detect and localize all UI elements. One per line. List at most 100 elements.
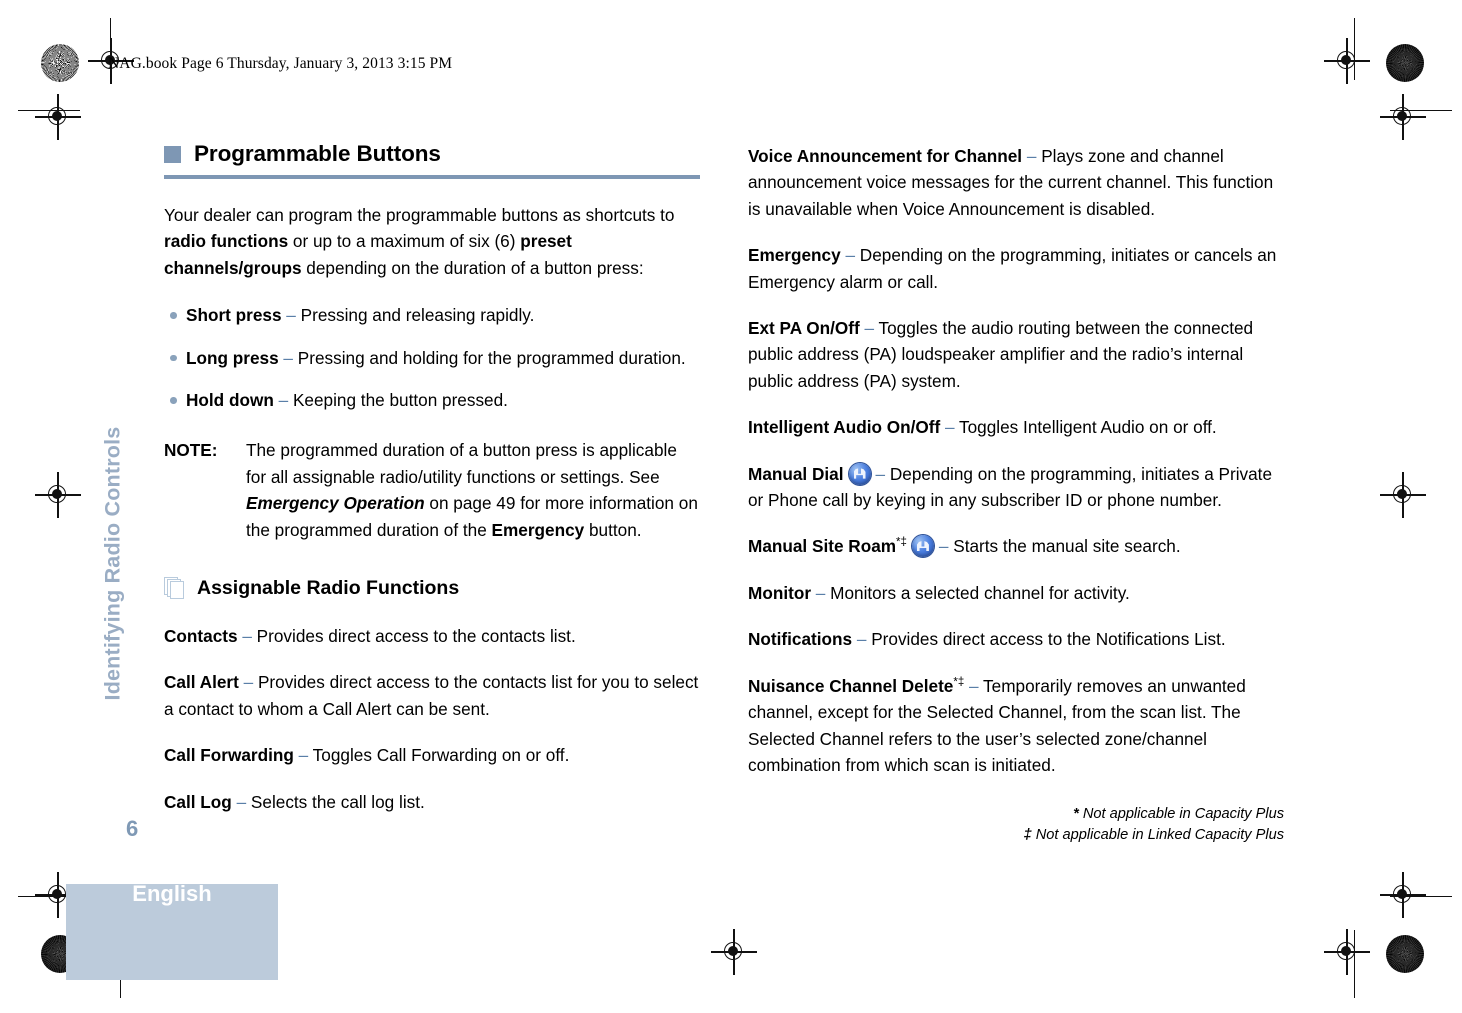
function-term: Manual Dial bbox=[748, 463, 844, 484]
footnote-mark: ‡ bbox=[1023, 827, 1032, 843]
registration-starburst-bottom-right bbox=[1386, 935, 1424, 973]
registration-target-bottom-center bbox=[711, 929, 757, 975]
bullet-dash: – bbox=[278, 390, 289, 411]
footnotes-block: * Not applicable in Capacity Plus ‡ Not … bbox=[1024, 804, 1284, 846]
registration-target-upper-left bbox=[35, 94, 81, 140]
stacked-documents-icon bbox=[164, 577, 186, 601]
square-bullet-icon bbox=[164, 145, 181, 163]
note-text-part1: The programmed duration of a button pres… bbox=[246, 440, 677, 487]
intro-text-part3: depending on the duration of a button pr… bbox=[301, 257, 644, 278]
trim-line-bottom-right-horizontal bbox=[1390, 896, 1452, 898]
registration-target-upper-right bbox=[1380, 94, 1426, 140]
list-item: Hold down – Keeping the button pressed. bbox=[164, 387, 700, 413]
registration-target-top-right bbox=[1324, 38, 1370, 84]
subsection-title: Assignable Radio Functions bbox=[197, 577, 460, 600]
function-term: Ext PA On/Off bbox=[748, 318, 860, 339]
function-dash: – bbox=[242, 626, 252, 647]
registration-target-mid-right bbox=[1380, 472, 1426, 518]
function-dash: – bbox=[236, 791, 247, 812]
trim-line-top-left-horizontal bbox=[18, 110, 80, 112]
bullet-dash: – bbox=[286, 305, 296, 326]
function-term: Manual Site Roam bbox=[748, 536, 897, 557]
function-entry: Emergency – Depending on the programming… bbox=[748, 242, 1284, 295]
function-entry: Ext PA On/Off – Toggles the audio routin… bbox=[748, 315, 1284, 394]
note-bold-emergency: Emergency bbox=[491, 519, 585, 540]
trim-line-top-right-vertical bbox=[1354, 18, 1356, 80]
function-term: Call Log bbox=[164, 791, 232, 812]
chapter-tab-label: Identifying Radio Controls bbox=[100, 426, 125, 700]
function-dash: – bbox=[298, 745, 309, 766]
function-entry: Call Alert – Provides direct access to t… bbox=[164, 669, 700, 722]
registration-starburst-top-left bbox=[41, 44, 79, 82]
registration-target-lower-right bbox=[1380, 872, 1426, 918]
function-dash: – bbox=[243, 672, 254, 693]
trim-line-top-right-horizontal bbox=[1390, 110, 1452, 112]
function-entry: Notifications – Provides direct access t… bbox=[748, 626, 1284, 652]
intro-bold-radio-functions: radio functions bbox=[164, 231, 289, 252]
function-description: Toggles Call Forwarding on or off. bbox=[308, 745, 570, 766]
bullet-dash: – bbox=[283, 347, 293, 368]
bullet-term: Short press bbox=[186, 305, 282, 326]
bullet-term: Hold down bbox=[186, 390, 274, 411]
function-entry: Manual Site Roam*‡ – Starts the manual si… bbox=[748, 533, 1284, 559]
function-term: Monitor bbox=[748, 582, 812, 603]
function-term: Intelligent Audio On/Off bbox=[748, 417, 941, 438]
note-body: The programmed duration of a button pres… bbox=[246, 437, 700, 543]
book-file-info: NAG.book Page 6 Thursday, January 3, 201… bbox=[108, 55, 453, 72]
function-term: Notifications bbox=[748, 629, 853, 650]
function-term: Emergency bbox=[748, 245, 841, 266]
function-description: Monitors a selected channel for activity… bbox=[825, 582, 1130, 603]
function-entry: Contacts – Provides direct access to the… bbox=[164, 623, 700, 649]
chapter-tab: Identifying Radio Controls bbox=[98, 398, 128, 728]
note-label: NOTE: bbox=[164, 440, 218, 461]
subsection-heading: Assignable Radio Functions bbox=[164, 577, 700, 601]
list-item: Short press – Pressing and releasing rap… bbox=[164, 302, 700, 328]
function-dash: – bbox=[845, 245, 856, 266]
press-type-list: Short press – Pressing and releasing rap… bbox=[164, 302, 700, 413]
registration-starburst-top-right bbox=[1386, 44, 1424, 82]
function-description: Provides direct access to the contacts l… bbox=[251, 626, 576, 647]
intro-text-part2: or up to a maximum of six (6) bbox=[288, 231, 521, 252]
footnote-marker: *‡ bbox=[896, 536, 907, 549]
registration-target-mid-left bbox=[35, 472, 81, 518]
function-term: Call Alert bbox=[164, 672, 239, 693]
function-dash: – bbox=[815, 582, 826, 603]
page-canvas: NAG.book Page 6 Thursday, January 3, 201… bbox=[0, 0, 1462, 1013]
function-description: Starts the manual site search. bbox=[948, 536, 1181, 557]
list-item: Long press – Pressing and holding for th… bbox=[164, 345, 700, 371]
function-entry: Manual Dial – Depending on the programmin… bbox=[748, 461, 1284, 514]
note-block: NOTE: The programmed duration of a butto… bbox=[164, 437, 700, 543]
section-title: Programmable Buttons bbox=[194, 141, 441, 166]
page-number: 6 bbox=[126, 816, 139, 841]
function-description: Provides direct access to the Notificati… bbox=[866, 629, 1226, 650]
function-dash: – bbox=[1026, 146, 1037, 166]
section-heading-rule bbox=[164, 174, 700, 179]
function-dash: – bbox=[969, 675, 979, 696]
trim-line-bottom-right-vertical bbox=[1354, 930, 1356, 998]
section-intro-paragraph: Your dealer can program the programmable… bbox=[164, 202, 700, 281]
left-content-column: Programmable Buttons Your dealer can pro… bbox=[164, 141, 700, 815]
footnote-line: ‡ Not applicable in Linked Capacity Plus bbox=[1024, 825, 1284, 846]
footnote-line: * Not applicable in Capacity Plus bbox=[1024, 804, 1284, 825]
function-dash: – bbox=[945, 417, 955, 438]
footnote-text: Not applicable in Capacity Plus bbox=[1078, 806, 1284, 822]
bullet-text: Pressing and releasing rapidly. bbox=[295, 305, 535, 326]
function-description: Toggles Intelligent Audio on or off. bbox=[954, 417, 1217, 438]
bullet-text: Pressing and holding for the programmed … bbox=[292, 347, 686, 368]
function-entry: Monitor – Monitors a selected channel fo… bbox=[748, 580, 1284, 606]
function-entry: Nuisance Channel Delete*‡ – Temporarily … bbox=[748, 673, 1284, 779]
function-term: Nuisance Channel Delete bbox=[748, 675, 954, 696]
function-description: Selects the call log list. bbox=[246, 791, 425, 812]
footnote-marker: *‡ bbox=[953, 675, 965, 688]
language-label: English bbox=[132, 881, 212, 906]
function-entry: Call Forwarding – Toggles Call Forwardin… bbox=[164, 742, 700, 768]
section-heading: Programmable Buttons bbox=[164, 141, 700, 166]
function-dash: – bbox=[864, 318, 875, 339]
registration-target-bottom-right bbox=[1324, 929, 1370, 975]
blue-round-button-icon bbox=[848, 462, 871, 485]
function-entry: Call Log – Selects the call log list. bbox=[164, 789, 700, 815]
function-entry: Intelligent Audio On/Off – Toggles Intel… bbox=[748, 414, 1284, 440]
function-term: Call Forwarding bbox=[164, 745, 294, 766]
note-emphasis-emergency-operation: Emergency Operation bbox=[246, 493, 425, 514]
note-text-part3: button. bbox=[584, 519, 642, 540]
